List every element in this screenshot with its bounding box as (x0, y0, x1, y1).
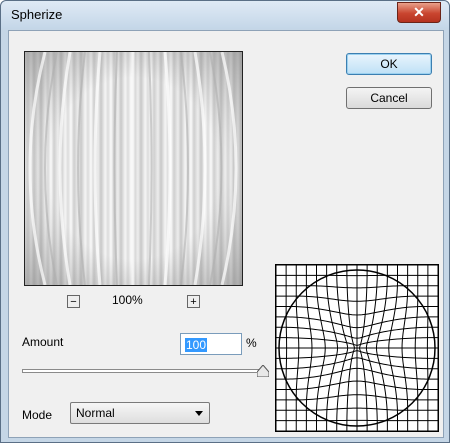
title-bar[interactable]: Spherize ✕ (1, 1, 449, 29)
amount-label: Amount (22, 335, 64, 349)
mode-selected-value: Normal (76, 406, 115, 420)
close-icon: ✕ (413, 4, 425, 20)
minus-icon: − (70, 296, 77, 308)
grid-svg (275, 264, 439, 432)
amount-slider-track[interactable] (22, 369, 267, 373)
preview-texture (28, 52, 238, 285)
preview-image[interactable] (24, 51, 243, 286)
ok-button[interactable]: OK (346, 53, 432, 75)
mode-dropdown[interactable]: Normal (70, 402, 210, 424)
slider-thumb[interactable] (257, 365, 269, 377)
zoom-in-button[interactable]: + (187, 295, 200, 308)
plus-icon: + (190, 296, 197, 308)
dialog-title: Spherize (11, 7, 63, 22)
chevron-down-icon (195, 411, 203, 416)
mode-label: Mode (22, 408, 53, 422)
dialog-client-area: − 100% + OK Cancel Amount 100 % Mode Nor… (8, 30, 444, 438)
percent-unit: % (246, 336, 257, 350)
close-button[interactable]: ✕ (397, 2, 441, 23)
dialog-window: Spherize ✕ − 100% + OK Cancel Amount 100… (0, 0, 450, 443)
amount-value: 100 (185, 338, 208, 352)
zoom-level: 100% (112, 293, 143, 307)
amount-input[interactable]: 100 (180, 333, 242, 355)
zoom-out-button[interactable]: − (67, 295, 80, 308)
cancel-button[interactable]: Cancel (346, 87, 432, 109)
spherize-grid-preview (275, 264, 439, 432)
